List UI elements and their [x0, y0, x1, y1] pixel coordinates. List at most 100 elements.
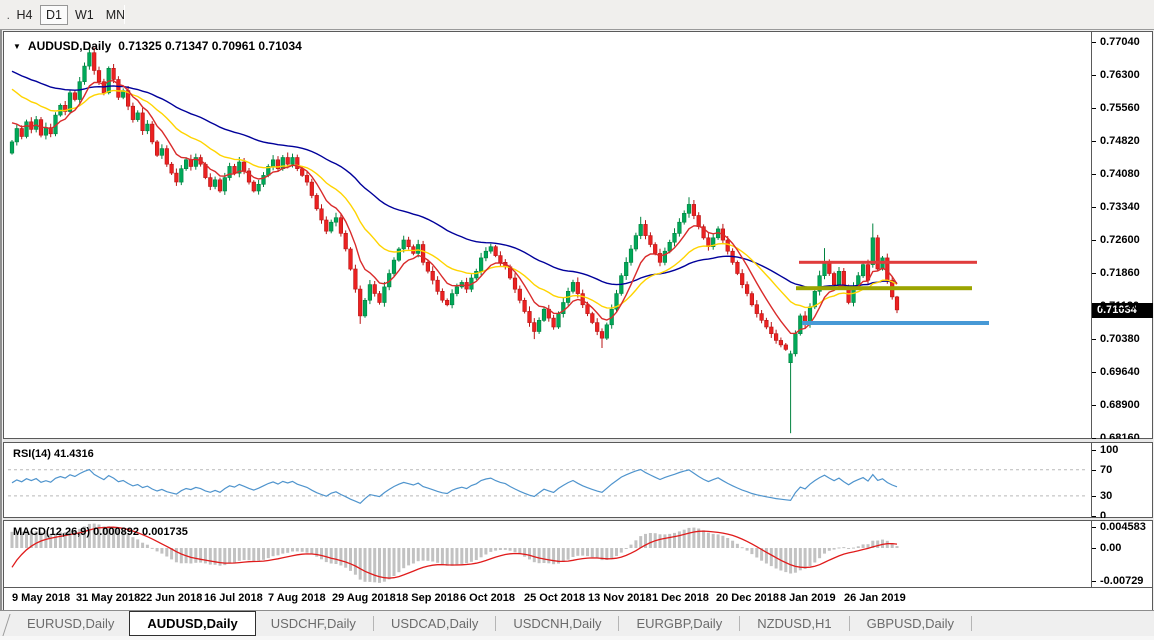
macd-axis-label: 0.004583: [1092, 521, 1152, 534]
macd-histogram-bar: [552, 548, 555, 564]
time-axis[interactable]: 9 May 201831 May 201822 Jun 201816 Jul 2…: [3, 588, 1153, 610]
macd-histogram-bar: [209, 548, 212, 565]
rsi-axis[interactable]: 10070300: [1091, 443, 1152, 517]
time-axis-label: 25 Oct 2018: [524, 592, 585, 604]
macd-histogram-bar: [678, 531, 681, 548]
ma-slow-line: [12, 71, 897, 288]
macd-histogram-bar: [625, 548, 628, 549]
tab-bar: EURUSD,DailyAUDUSD,DailyUSDCHF,DailyUSDC…: [0, 610, 1154, 636]
macd-histogram-bar: [189, 548, 192, 564]
price-chart-canvas[interactable]: [4, 32, 1090, 438]
macd-histogram-bar: [504, 548, 507, 550]
macd-histogram-bar: [160, 548, 163, 554]
price-axis-label: 0.73340: [1092, 201, 1152, 214]
chart-tab-eurgbp[interactable]: EURGBP,Daily: [621, 611, 737, 636]
macd-histogram-bar: [833, 548, 836, 550]
macd-histogram-bar: [257, 548, 260, 561]
rsi-axis-label: 100: [1092, 444, 1152, 457]
macd-histogram-bar: [717, 534, 720, 548]
macd-axis[interactable]: 0.004583 0.00 -0.00729: [1091, 521, 1152, 587]
time-axis-label: 1 Dec 2018: [652, 592, 709, 604]
timeframe-button-h4[interactable]: H4: [11, 5, 38, 25]
macd-histogram-bar: [567, 548, 570, 560]
chart-tab-gbpusd[interactable]: GBPUSD,Daily: [852, 611, 969, 636]
macd-histogram-bar: [422, 548, 425, 561]
toolbar-partial-button[interactable]: .: [0, 5, 10, 25]
macd-histogram-bar: [586, 548, 589, 556]
macd-histogram-bar: [165, 548, 168, 557]
timeframe-button-w1[interactable]: W1: [70, 5, 99, 25]
macd-histogram-bar: [702, 530, 705, 548]
tab-separator: [849, 616, 850, 631]
macd-histogram-bar: [446, 548, 449, 566]
macd-histogram-bar: [794, 548, 797, 573]
macd-histogram-bar: [514, 548, 517, 552]
timeframe-button-d1[interactable]: D1: [40, 5, 68, 25]
hline-mid[interactable]: [796, 286, 972, 290]
price-axis-label: 0.71860: [1092, 267, 1152, 280]
macd-axis-label: -0.00729: [1092, 575, 1152, 588]
macd-histogram-bar: [547, 548, 550, 563]
macd-histogram-bar: [248, 548, 251, 560]
price-axis-label: 0.74080: [1092, 168, 1152, 181]
rsi-panel: RSI(14) 41.4316 10070300: [3, 442, 1153, 518]
macd-histogram-bar: [857, 546, 860, 548]
macd-histogram-bar: [407, 548, 410, 565]
chart-tab-usdcad[interactable]: USDCAD,Daily: [376, 611, 493, 636]
price-axis-label: 0.68900: [1092, 399, 1152, 412]
macd-histogram-bar: [818, 548, 821, 558]
hline-resistance[interactable]: [799, 261, 977, 264]
macd-histogram-bar: [151, 548, 154, 549]
macd-histogram-bar: [238, 548, 241, 561]
time-axis-label: 22 Jun 2018: [140, 592, 202, 604]
timeframe-buttons: . H4D1W1MN: [0, 4, 131, 26]
macd-histogram-bar: [146, 545, 149, 548]
chart-tab-usdchf[interactable]: USDCHF,Daily: [256, 611, 371, 636]
macd-histogram-bar: [397, 548, 400, 572]
rsi-line: [12, 470, 897, 504]
chart-tab-audusd[interactable]: AUDUSD,Daily: [129, 611, 255, 636]
macd-histogram-bar: [412, 548, 415, 564]
macd-histogram-bar: [426, 548, 429, 561]
price-axis-label: 0.69640: [1092, 366, 1152, 379]
macd-histogram-bar: [852, 548, 855, 549]
price-axis[interactable]: 0.71034 0.770400.763000.755600.748200.74…: [1091, 32, 1152, 438]
macd-histogram-bar: [156, 548, 159, 551]
ma-fast-line: [12, 81, 897, 334]
chart-window: ▼ AUDUSD,Daily 0.71325 0.71347 0.70961 0…: [0, 30, 1154, 612]
macd-histogram-bar: [281, 548, 284, 554]
macd-histogram-bar: [649, 533, 652, 548]
macd-axis-label: 0.00: [1092, 542, 1152, 555]
macd-histogram-bar: [306, 548, 309, 553]
macd-histogram-bar: [228, 548, 231, 564]
macd-histogram-bar: [823, 548, 826, 554]
macd-histogram-bar: [712, 534, 715, 548]
macd-histogram-bar: [431, 548, 434, 562]
macd-histogram-bar: [673, 533, 676, 548]
macd-histogram-bar: [659, 534, 662, 548]
macd-histogram-bar: [141, 543, 144, 548]
hidden-tab-edge: [0, 611, 12, 636]
price-axis-label: 0.70380: [1092, 333, 1152, 346]
macd-histogram-bar: [262, 548, 265, 560]
chart-tab-eurusd[interactable]: EURUSD,Daily: [12, 611, 129, 636]
macd-histogram-bar: [359, 548, 362, 580]
macd-histogram-bar: [373, 548, 376, 582]
time-axis-label: 18 Sep 2018: [396, 592, 459, 604]
chart-tab-usdcnh[interactable]: USDCNH,Daily: [498, 611, 616, 636]
macd-histogram-bar: [388, 548, 391, 579]
macd-histogram-bar: [131, 537, 134, 548]
macd-histogram-bar: [194, 548, 197, 563]
toolbar-separator: [124, 5, 125, 24]
timeframe-button-mn[interactable]: MN: [101, 5, 130, 25]
time-axis-label: 6 Oct 2018: [460, 592, 515, 604]
macd-histogram-bar: [809, 548, 812, 566]
hline-support[interactable]: [802, 321, 989, 325]
macd-histogram-bar: [683, 530, 686, 548]
ma-medium-line: [12, 89, 897, 308]
macd-histogram-bar: [204, 548, 207, 563]
chart-tab-nzdusd[interactable]: NZDUSD,H1: [742, 611, 846, 636]
rsi-canvas[interactable]: [4, 443, 1090, 517]
price-chart-panel: ▼ AUDUSD,Daily 0.71325 0.71347 0.70961 0…: [3, 31, 1153, 439]
macd-histogram-bar: [465, 548, 468, 563]
